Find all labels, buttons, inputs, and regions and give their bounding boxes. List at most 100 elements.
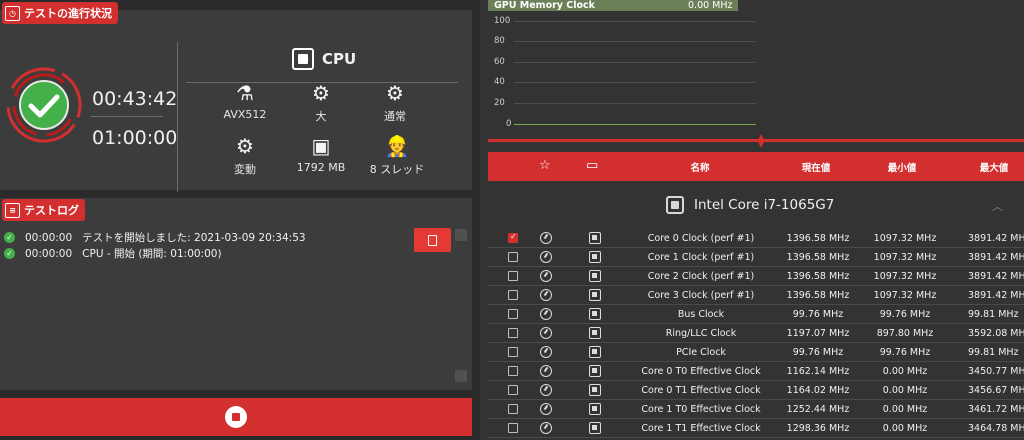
gauge-icon[interactable]	[540, 365, 552, 377]
chip-icon[interactable]	[589, 270, 601, 282]
group-name: Intel Core i7-1065G7	[694, 197, 835, 213]
log-title: テストログ	[24, 204, 79, 217]
header-name[interactable]: 名称	[670, 160, 730, 174]
chip-icon[interactable]	[589, 365, 601, 377]
stop-icon	[225, 406, 247, 428]
chip-icon[interactable]	[589, 308, 601, 320]
scroll-handle-bottom[interactable]	[455, 370, 467, 382]
graph-tick: 20	[494, 98, 505, 108]
sensor-max: 3891.42 MHz	[968, 290, 1024, 301]
chip-icon[interactable]	[589, 384, 601, 396]
sensor-min: 99.76 MHz	[879, 309, 931, 320]
gauge-icon[interactable]	[540, 251, 552, 263]
gauge-icon[interactable]	[540, 422, 552, 434]
row-checkbox[interactable]	[508, 347, 518, 357]
sensor-current: 1396.58 MHz	[786, 252, 850, 263]
table-row[interactable]: PCIe Clock 99.76 MHz 99.76 MHz 99.81 MHz	[488, 343, 1024, 362]
table-row[interactable]: Bus Clock 99.76 MHz 99.76 MHz 99.81 MHz	[488, 305, 1024, 324]
row-checkbox[interactable]	[508, 309, 518, 319]
table-row[interactable]: Ring/LLC Clock 1197.07 MHz 897.80 MHz 3592.…	[488, 324, 1024, 343]
row-checkbox[interactable]	[508, 252, 518, 262]
chip-icon[interactable]	[589, 327, 601, 339]
header-max[interactable]: 最大値	[974, 160, 1014, 174]
header-min[interactable]: 最小値	[872, 160, 932, 174]
log-entry: ✓ 00:00:00 テストを開始しました: 2021-03-09 20:34:…	[4, 230, 306, 245]
sensor-max: 3461.72 MHz	[968, 404, 1024, 415]
sensor-name: PCIe Clock	[676, 347, 726, 358]
sensor-min: 99.76 MHz	[879, 347, 931, 358]
star-icon[interactable]: ☆	[539, 158, 551, 173]
gauge-icon[interactable]	[540, 346, 552, 358]
resize-divider[interactable]	[488, 139, 1024, 142]
row-checkbox[interactable]	[508, 328, 518, 338]
total-time: 01:00:00	[92, 127, 178, 149]
grid-line	[514, 41, 756, 42]
document-icon: ≡	[5, 202, 20, 218]
chip-icon[interactable]	[589, 422, 601, 434]
param-label: 大	[315, 110, 327, 123]
row-checkbox[interactable]	[508, 423, 518, 433]
gauge-icon[interactable]	[540, 308, 552, 320]
param-label: 1792 MB	[296, 161, 346, 174]
row-checkbox[interactable]	[508, 271, 518, 281]
graph-tick: 0	[506, 119, 512, 129]
sensor-max: 3592.08 MHz	[968, 328, 1024, 339]
sensor-current: 1162.14 MHz	[786, 366, 850, 377]
copy-icon	[428, 234, 437, 246]
sensor-min: 0.00 MHz	[882, 385, 928, 396]
progress-title: テストの進行状況	[24, 7, 112, 20]
gauge-icon[interactable]	[540, 289, 552, 301]
grid-line	[514, 82, 756, 83]
table-row[interactable]: Core 0 Clock (perf #1) 1396.58 MHz 1097.32…	[488, 229, 1024, 248]
sensor-max: 3891.42 MHz	[968, 252, 1024, 263]
table-header: ☆ ▭ 名称 現在値 最小値 最大値	[488, 152, 1024, 181]
table-row[interactable]: Core 1 T0 Effective Clock 1252.44 MHz 0.00…	[488, 400, 1024, 419]
monitor-icon[interactable]: ▭	[586, 158, 598, 173]
table-row[interactable]: Core 2 Clock (perf #1) 1396.58 MHz 1097.32…	[488, 267, 1024, 286]
sensor-group-header[interactable]: Intel Core i7-1065G7	[666, 196, 834, 214]
sensor-name: Core 1 Clock (perf #1)	[647, 252, 755, 263]
check-circle-icon: ✓	[4, 232, 15, 243]
sensor-max: 99.81 MHz	[968, 309, 1019, 320]
header-current[interactable]: 現在値	[786, 160, 846, 174]
gauge-icon[interactable]	[540, 403, 552, 415]
gauge-icon[interactable]	[540, 232, 552, 244]
table-row[interactable]: Core 0 T0 Effective Clock 1162.14 MHz 0.00…	[488, 362, 1024, 381]
table-row[interactable]: Core 0 T1 Effective Clock 1164.02 MHz 0.00…	[488, 381, 1024, 400]
gauge-icon[interactable]	[540, 270, 552, 282]
cpu-icon	[292, 48, 314, 70]
sensor-max: 3891.42 MHz	[968, 233, 1024, 244]
table-row[interactable]: Core 3 Clock (perf #1) 1396.58 MHz 1097.32…	[488, 286, 1024, 305]
sensor-name: Core 0 T1 Effective Clock	[641, 385, 761, 396]
chip-icon[interactable]	[589, 232, 601, 244]
grid-line	[514, 21, 756, 22]
graph-series-line	[514, 124, 756, 125]
gauge-icon[interactable]	[540, 327, 552, 339]
table-row[interactable]: Core 1 Clock (perf #1) 1396.58 MHz 1097.32…	[488, 248, 1024, 267]
chevron-up-icon[interactable]: ︿	[992, 198, 1003, 214]
row-checkbox[interactable]	[508, 385, 518, 395]
row-checkbox[interactable]	[508, 366, 518, 376]
test-progress-panel: 00:43:42 01:00:00 CPU ⚗ AVX512 ⚙ 大 ⚙ 通常 …	[0, 10, 472, 192]
log-message: テストを開始しました: 2021-03-09 20:34:53	[82, 232, 306, 244]
chip-icon[interactable]	[589, 346, 601, 358]
stop-test-button[interactable]	[0, 398, 472, 436]
log-time: 00:00:00	[25, 247, 73, 260]
sensor-name: Core 1 T0 Effective Clock	[641, 404, 761, 415]
chip-icon[interactable]	[589, 403, 601, 415]
row-checkbox[interactable]	[508, 290, 518, 300]
chip-icon[interactable]	[589, 289, 601, 301]
copy-log-button[interactable]	[414, 228, 451, 252]
scroll-handle-top[interactable]	[455, 229, 467, 241]
cpu-icon	[666, 196, 684, 214]
chip-icon[interactable]	[589, 251, 601, 263]
gauge-icon[interactable]	[540, 384, 552, 396]
sensor-max: 3450.77 MHz	[968, 366, 1024, 377]
row-checkbox[interactable]	[508, 232, 518, 243]
sensor-name: Core 0 T0 Effective Clock	[641, 366, 761, 377]
graph-value: 0.00 MHz	[688, 0, 733, 11]
grid-line	[514, 62, 756, 63]
row-checkbox[interactable]	[508, 404, 518, 414]
table-row[interactable]: Core 1 T1 Effective Clock 1298.36 MHz 0.00…	[488, 419, 1024, 438]
sensor-current: 1396.58 MHz	[786, 290, 850, 301]
